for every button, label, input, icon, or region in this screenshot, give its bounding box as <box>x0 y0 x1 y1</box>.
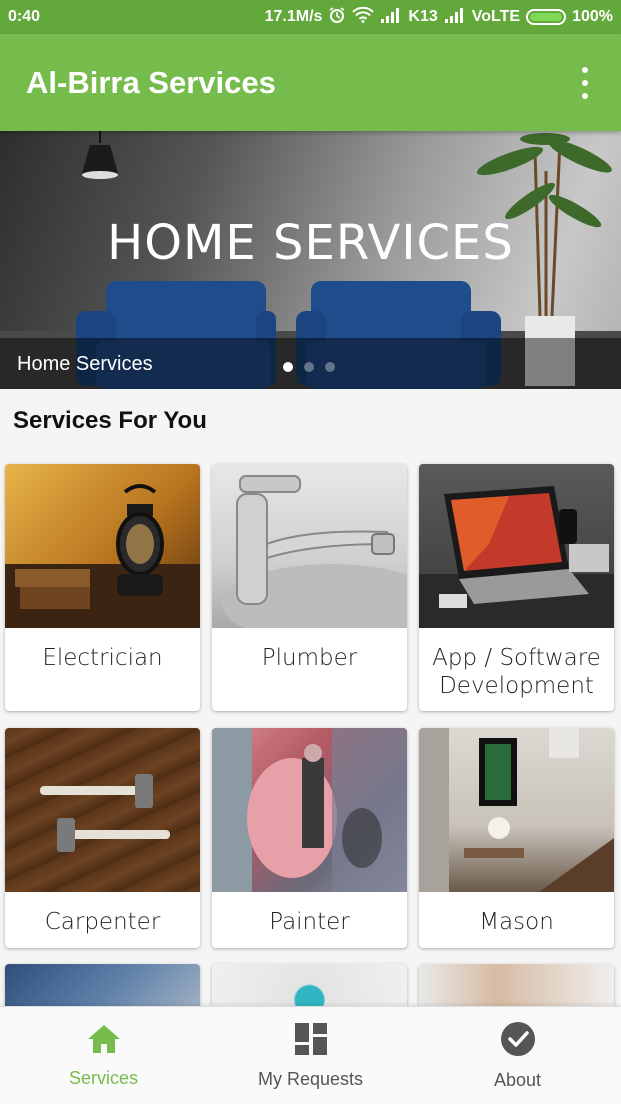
nav-my-requests[interactable]: My Requests <box>207 1007 414 1104</box>
service-card-electrician[interactable]: Electrician <box>5 464 200 711</box>
interior-room-image <box>419 728 614 892</box>
app-title: Al-Birra Services <box>26 64 276 100</box>
pendant-lamp-image <box>82 131 118 179</box>
carousel-dot-3[interactable] <box>325 362 335 372</box>
signal-icon-2 <box>444 7 466 28</box>
service-label: Plumber <box>261 645 358 671</box>
signal-icon <box>380 7 402 28</box>
app-bar: Al-Birra Services <box>0 34 621 131</box>
service-label: Electrician <box>42 645 163 671</box>
check-circle-icon <box>500 1021 536 1062</box>
section-title: Services For You <box>13 407 207 434</box>
axes-image <box>5 728 200 892</box>
battery-icon <box>526 9 567 25</box>
network-speed: 17.1M/s <box>264 8 323 25</box>
mural-painter-image <box>212 728 407 892</box>
service-card-carpenter[interactable]: Carpenter <box>5 728 200 948</box>
status-right: 17.1M/s K13 VoLTE 100% <box>265 6 613 29</box>
carousel-dot-1[interactable] <box>283 362 293 372</box>
nav-services[interactable]: Services <box>0 1007 207 1104</box>
alarm-icon <box>328 6 346 29</box>
nav-label: About <box>493 1069 542 1090</box>
carrier-name: K13 <box>408 8 438 25</box>
bottom-navigation: Services My Requests About <box>0 1006 621 1104</box>
faucet-image <box>212 464 407 628</box>
home-icon <box>86 1023 122 1060</box>
service-card-plumber[interactable]: Plumber <box>212 464 407 711</box>
nav-about[interactable]: About <box>414 1007 621 1104</box>
service-label: Carpenter <box>44 909 161 935</box>
nav-label: Services <box>68 1067 139 1088</box>
service-label: Painter <box>269 909 350 935</box>
banner-caption: Home Services <box>17 353 153 375</box>
service-label: Mason <box>479 909 554 935</box>
status-bar: 0:40 17.1M/s K13 VoLTE 100% <box>0 0 621 34</box>
more-vert-icon[interactable] <box>575 66 595 99</box>
battery-level: 100% <box>572 8 613 25</box>
status-time: 0:40 <box>8 8 41 25</box>
lantern-image <box>5 464 200 628</box>
service-label: App / Software Development <box>432 645 601 699</box>
nav-label: My Requests <box>257 1068 364 1089</box>
banner-heading: HOME SERVICES <box>107 215 514 271</box>
service-card-software[interactable]: App / Software Development <box>419 464 614 711</box>
laptop-image <box>419 464 614 628</box>
network-type: VoLTE <box>471 8 521 25</box>
carousel-indicator <box>283 362 335 372</box>
wifi-icon <box>352 6 375 28</box>
service-card-painter[interactable]: Painter <box>212 728 407 948</box>
carousel-dot-2[interactable] <box>304 362 314 372</box>
dashboard-icon <box>294 1022 328 1061</box>
service-card-mason[interactable]: Mason <box>419 728 614 948</box>
